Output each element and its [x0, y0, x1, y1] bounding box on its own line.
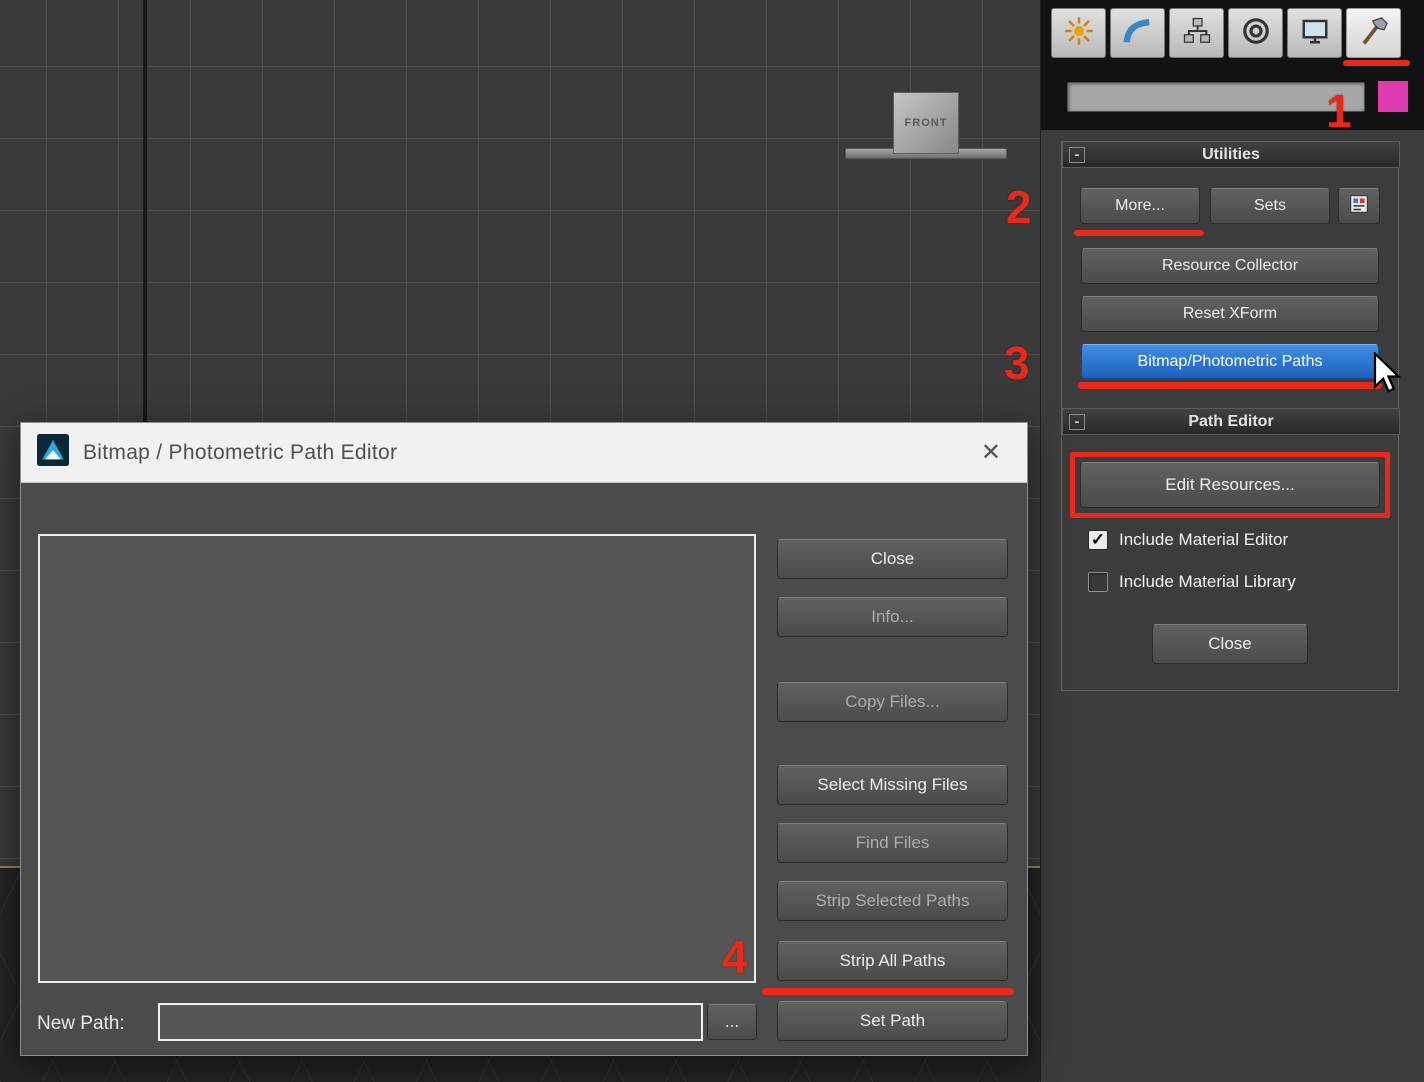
annotation-step-3: 3 — [1004, 337, 1030, 389]
include-material-library-row: Include Material Library — [1088, 572, 1296, 592]
bitmap-path-editor-dialog: Bitmap / Photometric Path Editor ✕ Close… — [20, 422, 1028, 1056]
modify-curve-icon — [1123, 16, 1153, 51]
front-gizmo-box[interactable]: FRONT — [893, 92, 959, 154]
sets-button[interactable]: Sets — [1210, 188, 1330, 224]
dialog-close-icon[interactable]: ✕ — [971, 440, 1011, 465]
annotation-step-4: 4 — [722, 931, 748, 983]
display-monitor-icon — [1300, 16, 1330, 51]
annotation-step-2: 2 — [1006, 181, 1032, 233]
path-editor-rollout-header[interactable]: - Path Editor — [1062, 408, 1400, 435]
utilities-hammer-icon — [1359, 16, 1389, 51]
find-files-button[interactable]: Find Files — [777, 823, 1008, 863]
include-material-editor-row: ✓ Include Material Editor — [1088, 530, 1288, 550]
tab-motion[interactable] — [1228, 8, 1283, 58]
tab-modify[interactable] — [1110, 8, 1165, 58]
new-path-input[interactable] — [158, 1003, 703, 1041]
browse-path-button[interactable]: ... — [707, 1004, 757, 1040]
motion-wheel-icon — [1241, 16, 1271, 51]
collapse-minus-icon[interactable]: - — [1069, 147, 1085, 163]
copy-files-button[interactable]: Copy Files... — [777, 682, 1008, 722]
button-sets-icon — [1348, 193, 1370, 220]
mouse-cursor-icon — [1370, 350, 1402, 401]
include-material-library-checkbox[interactable] — [1088, 572, 1108, 592]
3dsmax-app-window: FRONT - Utilities More... Sets Resource … — [0, 0, 1424, 1082]
resource-collector-button[interactable]: Resource Collector — [1081, 248, 1379, 284]
configure-button-sets-button[interactable] — [1338, 188, 1380, 224]
command-panel: - Utilities More... Sets Resource Collec… — [1040, 0, 1424, 1082]
annotation-step-1: 1 — [1326, 85, 1352, 137]
annotation-underline-utilities-tab — [1343, 60, 1410, 66]
strip-selected-paths-button[interactable]: Strip Selected Paths — [777, 881, 1008, 921]
annotation-underline-strip-all — [762, 988, 1014, 995]
dialog-titlebar[interactable]: Bitmap / Photometric Path Editor ✕ — [21, 423, 1027, 483]
annotation-box-edit-resources — [1070, 452, 1390, 518]
dialog-close-button[interactable]: Close — [777, 539, 1008, 579]
reset-xform-button[interactable]: Reset XForm — [1081, 296, 1379, 332]
tab-hierarchy[interactable] — [1169, 8, 1224, 58]
path-editor-close-button[interactable]: Close — [1152, 624, 1308, 664]
utilities-rollout-title: Utilities — [1202, 145, 1260, 163]
include-material-editor-checkbox[interactable]: ✓ — [1088, 530, 1108, 550]
bitmap-photometric-paths-button[interactable]: Bitmap/Photometric Paths — [1081, 344, 1379, 379]
more-button[interactable]: More... — [1080, 188, 1200, 224]
annotation-underline-more — [1074, 230, 1204, 236]
hierarchy-icon — [1182, 16, 1212, 51]
strip-all-paths-button[interactable]: Strip All Paths — [777, 941, 1008, 981]
object-name-field[interactable] — [1067, 82, 1365, 112]
include-material-editor-label: Include Material Editor — [1119, 530, 1289, 549]
object-color-swatch[interactable] — [1377, 80, 1409, 113]
utility-rollouts: - Utilities More... Sets Resource Collec… — [1061, 141, 1400, 691]
command-panel-tabs — [1051, 8, 1401, 58]
include-material-library-label: Include Material Library — [1119, 572, 1296, 591]
path-list-box[interactable] — [38, 534, 756, 983]
dialog-title: Bitmap / Photometric Path Editor — [83, 440, 398, 464]
collapse-minus-icon[interactable]: - — [1069, 414, 1085, 430]
path-editor-rollout-title: Path Editor — [1188, 412, 1274, 430]
tab-display[interactable] — [1287, 8, 1342, 58]
info-button[interactable]: Info... — [777, 597, 1008, 637]
tab-create[interactable] — [1051, 8, 1106, 58]
3dsmax-logo-icon — [37, 434, 69, 471]
create-sunburst-icon — [1064, 16, 1094, 51]
tab-utilities[interactable] — [1346, 8, 1401, 58]
new-path-label: New Path: — [37, 1013, 125, 1034]
select-missing-files-button[interactable]: Select Missing Files — [777, 765, 1008, 805]
annotation-underline-bitmap-paths — [1078, 382, 1382, 389]
set-path-button[interactable]: Set Path — [777, 1001, 1008, 1041]
utilities-rollout-header[interactable]: - Utilities — [1062, 141, 1400, 168]
